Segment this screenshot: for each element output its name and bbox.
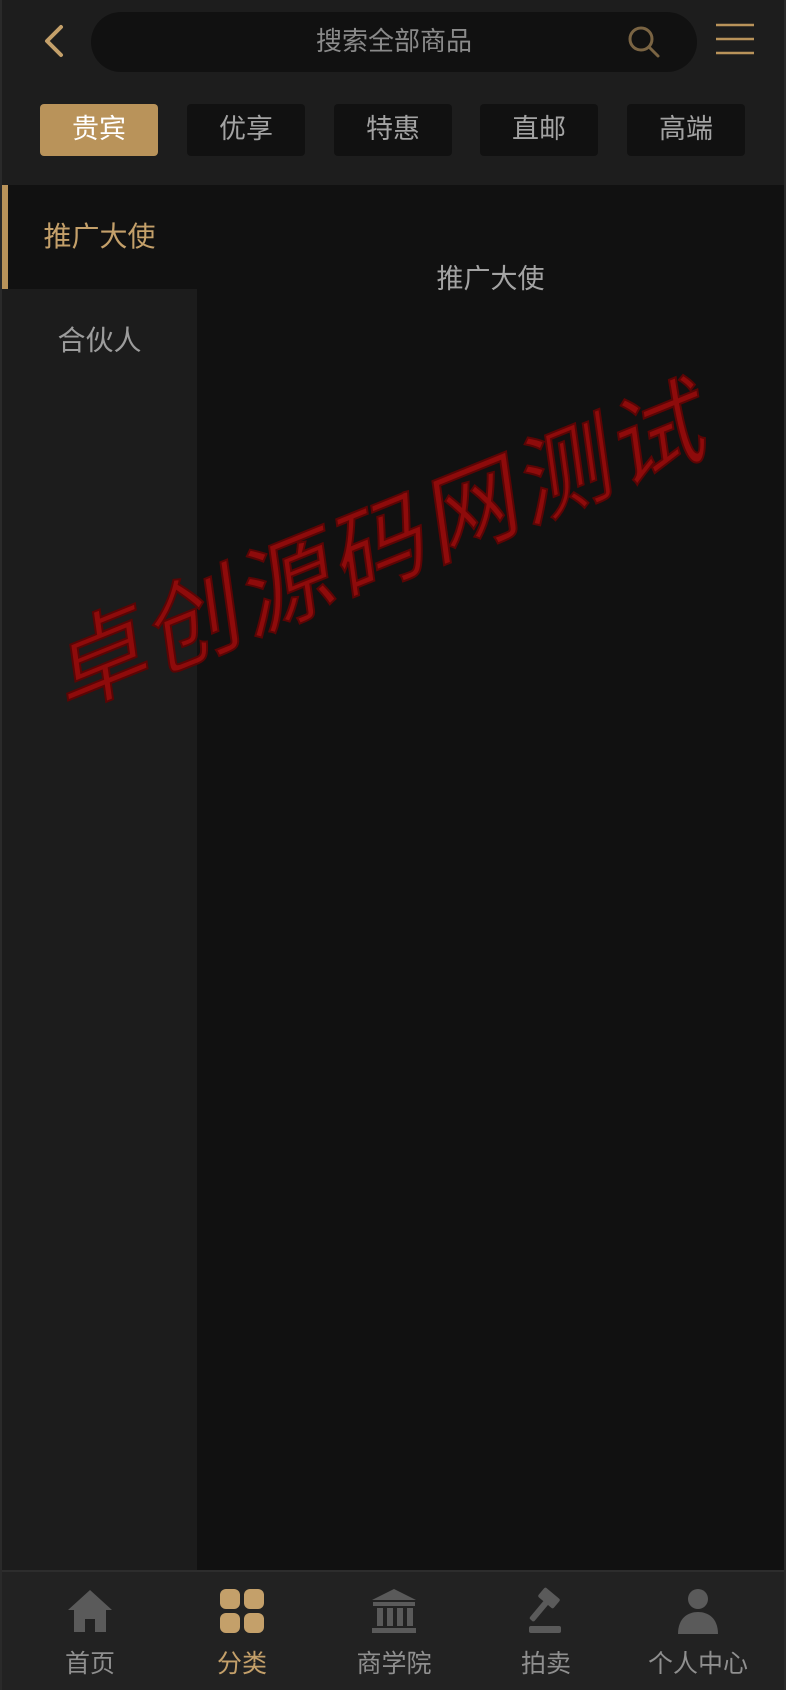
nav-label: 个人中心 [647, 1649, 748, 1678]
nav-category[interactable]: 分类 [166, 1572, 318, 1690]
category-icon [220, 1589, 264, 1633]
search-icon[interactable] [627, 25, 661, 59]
sidebar-item-ambassador[interactable]: 推广大使 [2, 185, 197, 289]
sidebar-item-partner[interactable]: 合伙人 [2, 289, 197, 393]
nav-label: 首页 [64, 1649, 115, 1678]
back-button[interactable] [32, 18, 76, 64]
chevron-left-icon [45, 25, 63, 57]
academy-icon [372, 1589, 416, 1633]
nav-label: 分类 [216, 1649, 267, 1678]
tab-vip[interactable]: 贵宾 [40, 104, 158, 156]
bottom-nav: 首页 分类 商学院 拍卖 个人中心 [2, 1570, 784, 1690]
nav-label: 拍卖 [520, 1649, 571, 1678]
tab-direct-mail[interactable]: 直邮 [480, 104, 598, 156]
menu-icon[interactable] [714, 22, 756, 56]
search-placeholder: 搜索全部商品 [315, 27, 472, 57]
tab-high-end[interactable]: 高端 [627, 104, 745, 156]
active-indicator [2, 185, 8, 289]
content-panel: 推广大使 [197, 185, 784, 1570]
category-page: 搜索全部商品 贵宾 优享 特惠 直邮 高端 推广大使 合伙人 推广大使 卓创源码… [0, 0, 786, 1690]
search-input[interactable]: 搜索全部商品 [91, 12, 697, 72]
nav-label: 商学院 [356, 1649, 432, 1678]
content-title: 推广大使 [436, 264, 545, 295]
nav-profile[interactable]: 个人中心 [622, 1572, 774, 1690]
top-bar: 搜索全部商品 [2, 0, 784, 86]
nav-auction[interactable]: 拍卖 [470, 1572, 622, 1690]
nav-academy[interactable]: 商学院 [318, 1572, 470, 1690]
sidebar-item-label: 合伙人 [57, 324, 142, 357]
sidebar-item-label: 推广大使 [43, 220, 156, 253]
nav-home[interactable]: 首页 [14, 1572, 166, 1690]
tab-premium[interactable]: 优享 [187, 104, 305, 156]
sidebar: 推广大使 合伙人 [2, 185, 197, 1570]
home-icon [68, 1590, 112, 1632]
tab-discount[interactable]: 特惠 [334, 104, 452, 156]
category-tabs: 贵宾 优享 特惠 直邮 高端 [2, 104, 784, 156]
auction-icon [529, 1587, 561, 1633]
user-icon [678, 1589, 718, 1634]
